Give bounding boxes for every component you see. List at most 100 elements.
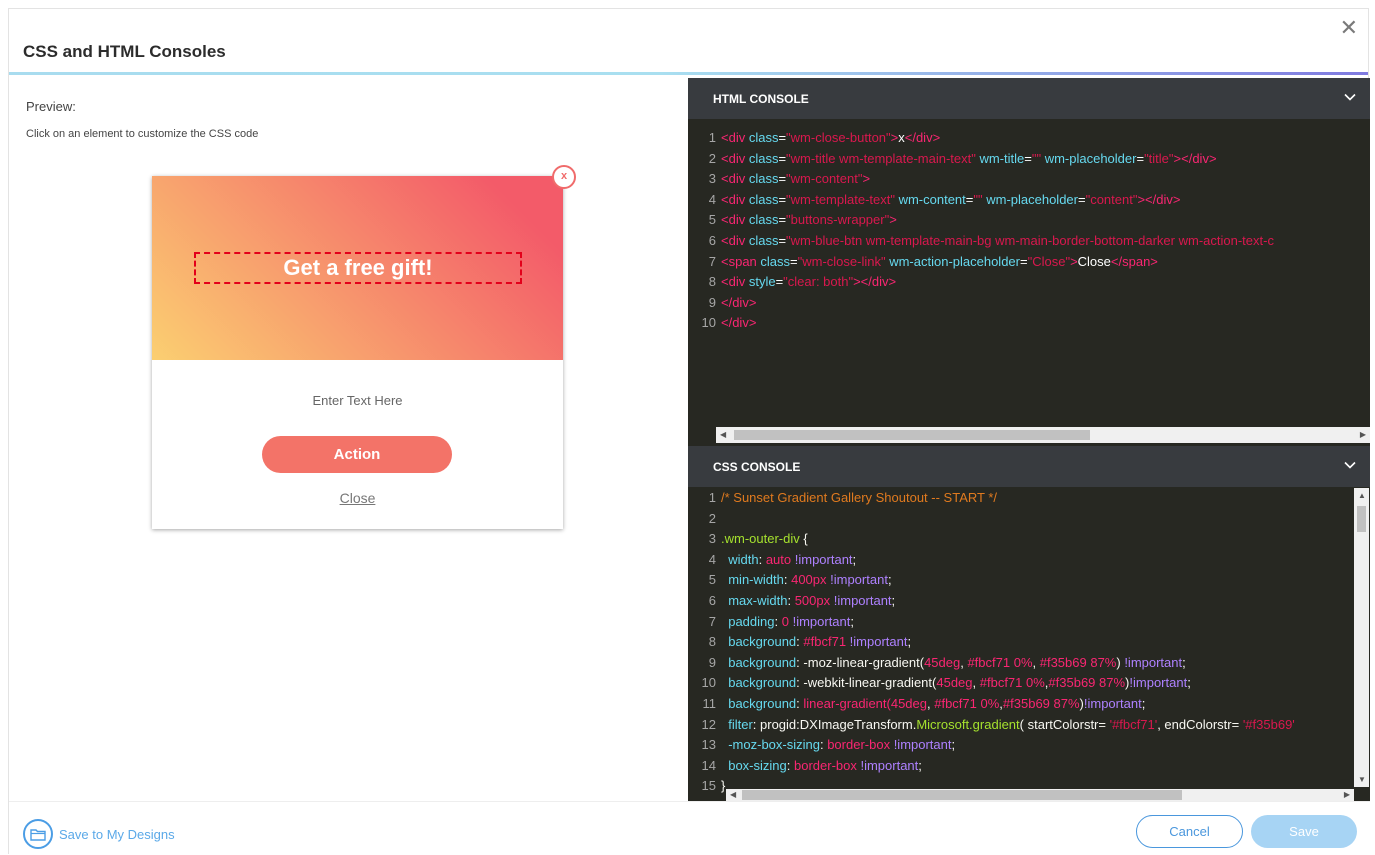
css-code-line[interactable]: 13 -moz-box-sizing: border-box !importan…: [688, 735, 1354, 756]
html-scroll-thumb[interactable]: [734, 430, 1090, 440]
css-code-line[interactable]: 6 max-width: 500px !important;: [688, 591, 1354, 612]
code-token: ></div>: [1137, 191, 1181, 207]
code-token: "": [973, 191, 983, 207]
css-code-line[interactable]: 1 /* Sunset Gradient Gallery Shoutout -- …: [688, 488, 1354, 509]
code-token: filter: [721, 716, 753, 732]
code-token: #fbcf71 0%: [979, 675, 1045, 691]
html-code-line[interactable]: 4 <div class="wm-template-text" wm-conten…: [688, 190, 1370, 211]
save-to-my-designs-link[interactable]: Save to My Designs: [23, 819, 175, 849]
cancel-button[interactable]: Cancel: [1136, 815, 1243, 848]
css-code-line[interactable]: 7 padding: 0 !important;: [688, 612, 1354, 633]
code-token: class: [748, 212, 779, 228]
css-code-line[interactable]: 10 background: -webkit-linear-gradient(4…: [688, 673, 1354, 694]
popup-close-button[interactable]: x: [552, 165, 576, 189]
code-token: =: [778, 150, 787, 166]
css-code-line[interactable]: 14 box-sizing: border-box !important;: [688, 756, 1354, 777]
line-number: 7: [708, 253, 716, 269]
chevron-down-icon[interactable]: [1344, 91, 1356, 103]
css-scroll-thumb[interactable]: [742, 790, 1182, 800]
preview-pane: Preview: Click on an element to customiz…: [9, 78, 688, 801]
dialog-title: CSS and HTML Consoles: [23, 42, 226, 61]
css-code-line[interactable]: 4 width: auto !important;: [688, 550, 1354, 571]
code-token: '#f35b69': [1242, 716, 1295, 732]
html-console-header[interactable]: HTML CONSOLE: [688, 78, 1370, 119]
html-code-line[interactable]: 2 <div class="wm-title wm-template-main-t…: [688, 149, 1370, 170]
popup-gradient-header[interactable]: Get a free gift!: [152, 176, 563, 360]
popup-close-link[interactable]: Close: [152, 490, 563, 506]
code-token: ;: [918, 757, 922, 773]
html-code-line[interactable]: 10 </div>: [688, 313, 1370, 334]
css-vscroll-thumb[interactable]: [1357, 506, 1366, 532]
html-horizontal-scrollbar[interactable]: ◀ ▶: [716, 427, 1370, 443]
html-code-line[interactable]: 6 <div class="wm-blue-btn wm-template-mai…: [688, 231, 1370, 252]
code-token: style: [748, 274, 776, 290]
html-code-line[interactable]: 9 </div>: [688, 293, 1370, 314]
line-number: 8: [708, 274, 716, 290]
css-console-header[interactable]: CSS CONSOLE: [688, 446, 1370, 487]
code-token: =: [1136, 150, 1145, 166]
css-code-line[interactable]: 9 background: -moz-linear-gradient(45deg…: [688, 653, 1354, 674]
css-horizontal-scrollbar[interactable]: ◀ ▶: [726, 789, 1354, 801]
html-code-line[interactable]: 1 <div class="wm-close-button">x</div>: [688, 128, 1370, 149]
code-token: "": [1031, 150, 1042, 166]
code-token: "clear: both": [783, 274, 854, 290]
line-number: 1: [708, 490, 716, 505]
popup-preview[interactable]: Get a free gift! x Enter Text Here Actio…: [152, 165, 576, 529]
code-token: /* Sunset Gradient Gallery Shoutout -- S…: [721, 490, 998, 505]
html-code-line[interactable]: 5 <div class="buttons-wrapper">: [688, 210, 1370, 231]
save-button[interactable]: Save: [1251, 815, 1357, 848]
html-code-line[interactable]: 3 <div class="wm-content">: [688, 169, 1370, 190]
line-number: 12: [701, 716, 716, 732]
code-token: class: [748, 150, 779, 166]
html-code-editor[interactable]: 1 <div class="wm-close-button">x</div> 2 <d…: [688, 128, 1370, 426]
code-token: background: [721, 675, 797, 691]
code-token: "wm-close-link": [797, 253, 886, 269]
code-token: :: [758, 551, 766, 567]
css-html-consoles-dialog: CSS and HTML Consoles ✕ Preview: Click o…: [8, 8, 1370, 855]
code-token: !important: [1129, 675, 1188, 691]
html-console-label: HTML CONSOLE: [713, 92, 809, 106]
code-token: ;: [887, 572, 892, 588]
code-token: =: [1077, 191, 1086, 207]
line-number: 11: [702, 695, 717, 711]
css-code-line[interactable]: 11 background: linear-gradient(45deg, #f…: [688, 694, 1354, 715]
css-code-line[interactable]: 3 .wm-outer-div {: [688, 529, 1354, 550]
code-token: =: [778, 212, 787, 228]
html-code-line[interactable]: 7 <span class="wm-close-link" wm-action-p…: [688, 252, 1370, 273]
css-code-line[interactable]: 12 filter: progid:DXImageTransform.Micro…: [688, 715, 1354, 736]
code-token: min-width: [721, 572, 784, 588]
code-token: -webkit-linear-gradient(: [803, 675, 937, 691]
css-code-line[interactable]: 2: [688, 509, 1354, 530]
code-token: ( startColorstr=: [1019, 716, 1110, 732]
popup-title[interactable]: Get a free gift!: [194, 252, 522, 284]
line-number: 7: [708, 613, 716, 629]
chevron-down-icon[interactable]: [1344, 459, 1356, 471]
code-token: class: [748, 171, 779, 187]
code-token: -moz-linear-gradient(: [803, 654, 925, 670]
code-token: !important: [791, 551, 853, 567]
css-code-editor[interactable]: 1 /* Sunset Gradient Gallery Shoutout -- …: [688, 488, 1354, 801]
code-token: =: [790, 253, 798, 269]
line-number: 9: [708, 654, 716, 670]
code-token: -moz-box-sizing: [721, 737, 820, 753]
code-token: border-box: [793, 757, 857, 773]
code-token: "wm-close-button": [786, 130, 891, 145]
close-icon[interactable]: ✕: [1340, 17, 1358, 39]
code-token: 45deg: [890, 695, 927, 711]
preview-hint: Click on an element to customize the CSS…: [26, 128, 259, 140]
popup-action-button[interactable]: Action: [262, 436, 452, 473]
code-token: <div: [721, 232, 749, 248]
code-token: !important: [1083, 695, 1142, 711]
code-token: #f35b69 87%: [1039, 654, 1117, 670]
popup-text[interactable]: Enter Text Here: [152, 393, 563, 408]
code-token: <div: [721, 171, 749, 187]
code-token: , endColorstr=: [1157, 716, 1243, 732]
html-code-line[interactable]: 8 <div style="clear: both"></div>: [688, 272, 1370, 293]
code-token: {: [803, 531, 808, 547]
code-token: Microsoft.gradient: [916, 716, 1020, 732]
code-token: </div>: [721, 315, 757, 331]
code-token: :: [783, 572, 792, 588]
css-code-line[interactable]: 5 min-width: 400px !important;: [688, 570, 1354, 591]
css-code-line[interactable]: 8 background: #fbcf71 !important;: [688, 632, 1354, 653]
css-vertical-scrollbar[interactable]: ▲ ▼: [1354, 488, 1369, 787]
